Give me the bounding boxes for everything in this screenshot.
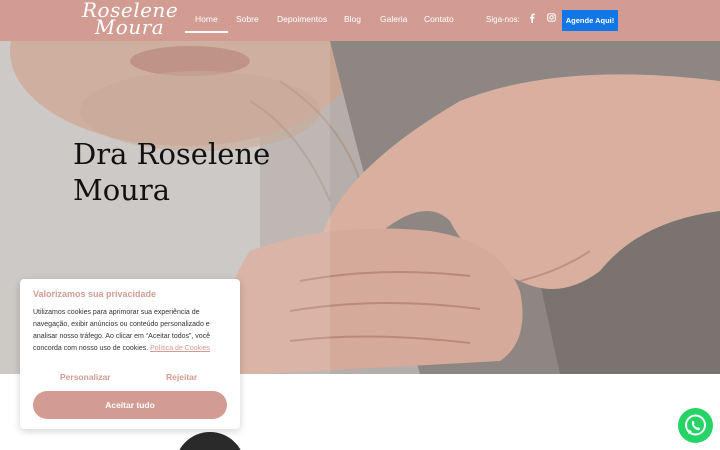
hero-title-line-1: Dra Roselene — [73, 137, 271, 171]
instagram-icon[interactable] — [545, 13, 557, 27]
hero-title-line-2: Moura — [73, 173, 170, 207]
logo-line-2: Moura — [94, 15, 165, 39]
schedule-button[interactable]: Agende Aqui! — [562, 10, 618, 31]
nav-galeria[interactable]: Galeria — [380, 14, 407, 24]
reject-button[interactable]: Rejeitar — [166, 372, 197, 382]
cookie-consent-dialog: Valorizamos sua privacidade Utilizamos c… — [20, 279, 240, 429]
nav-depoimentos[interactable]: Depoimentos — [277, 14, 327, 24]
cookie-title: Valorizamos sua privacidade — [33, 289, 157, 299]
nav-contato[interactable]: Contato — [424, 14, 454, 24]
site-header: Roselene Moura Home Sobre Depoimentos Bl… — [0, 0, 720, 41]
whatsapp-icon — [685, 414, 706, 436]
nav-sobre[interactable]: Sobre — [236, 14, 259, 24]
logo[interactable]: Roselene Moura — [82, 0, 178, 39]
cookie-text: Utilizamos cookies para aprimorar sua ex… — [33, 307, 229, 355]
nav-home[interactable]: Home — [185, 14, 228, 33]
accept-all-button[interactable]: Aceitar tudo — [33, 391, 227, 419]
customize-button[interactable]: Personalizar — [60, 372, 111, 382]
social-label: Siga-nos: — [486, 15, 520, 24]
facebook-icon[interactable] — [526, 13, 538, 27]
cookie-policy-link[interactable]: Política de Cookies — [150, 345, 210, 352]
whatsapp-button[interactable] — [678, 408, 713, 443]
nav-blog[interactable]: Blog — [344, 14, 361, 24]
hero-title: Dra Roselene Moura — [73, 136, 303, 208]
avatar — [175, 432, 245, 450]
